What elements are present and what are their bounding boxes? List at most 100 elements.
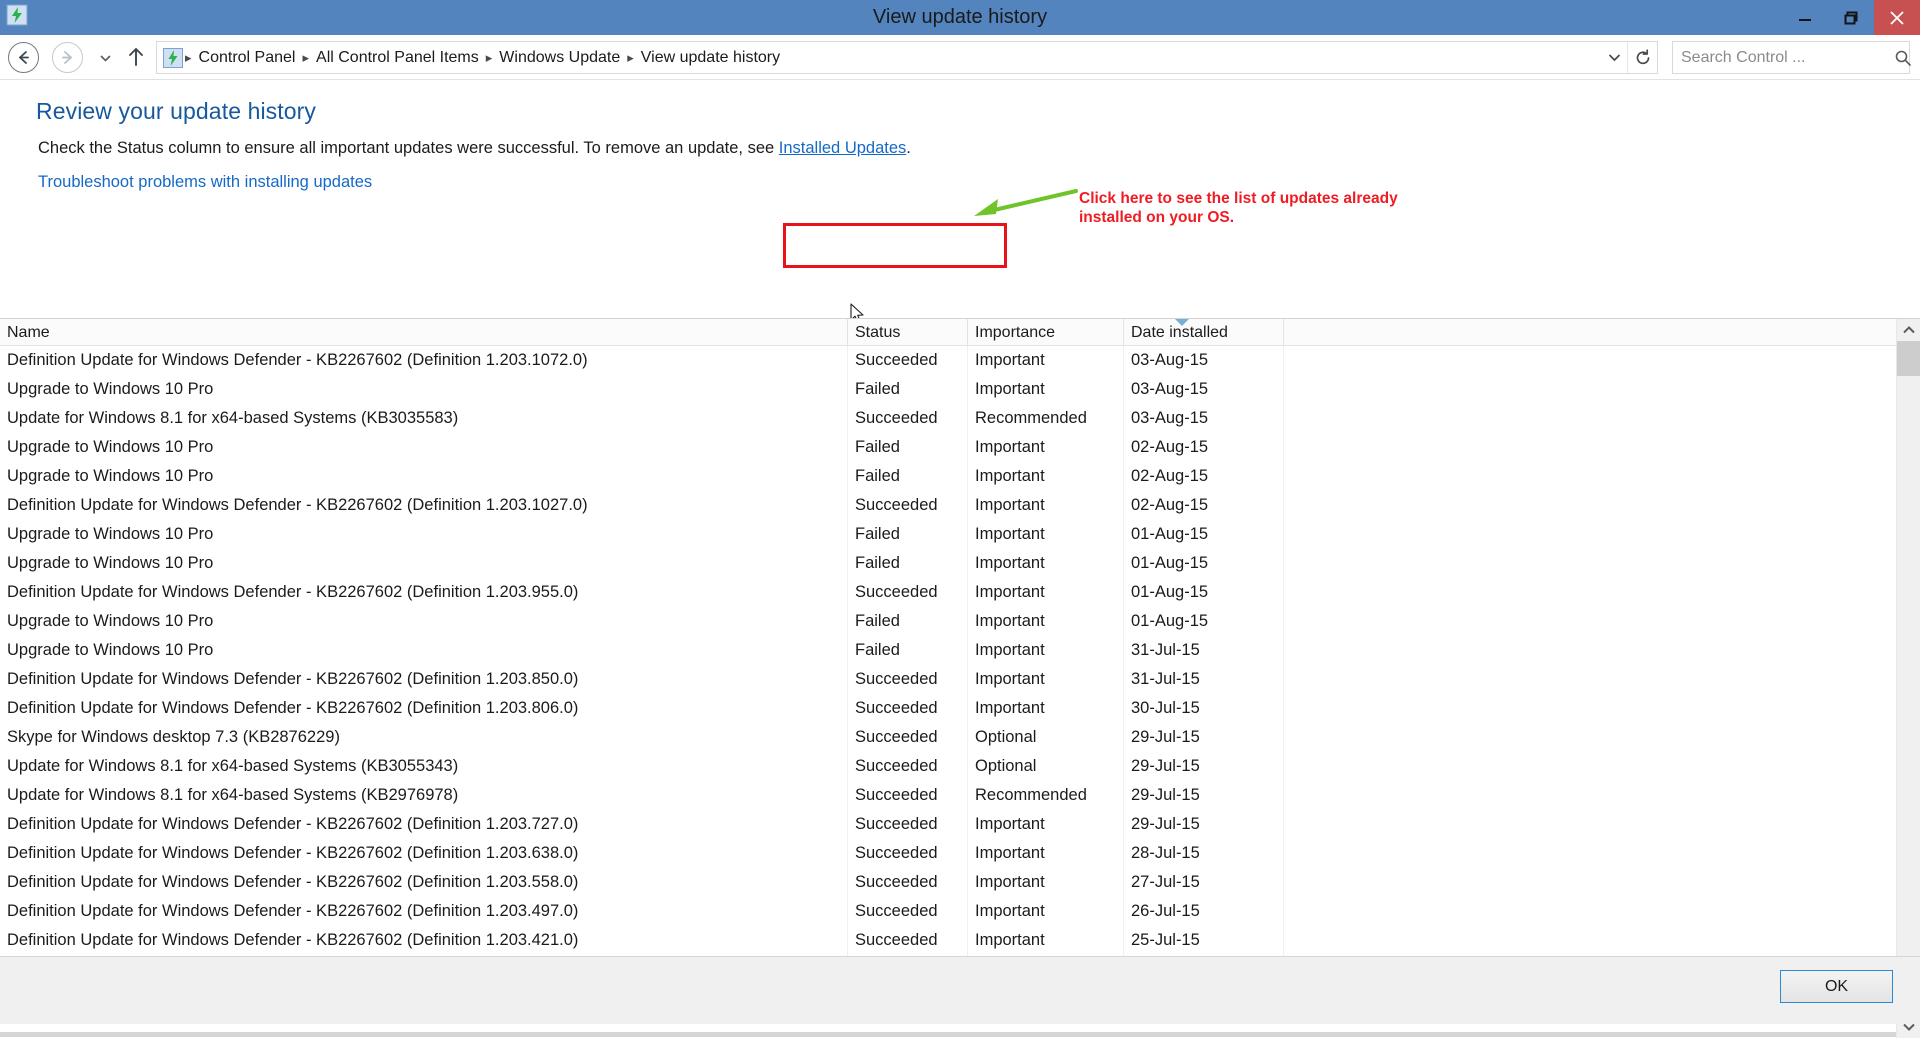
- recent-locations-dropdown[interactable]: [96, 49, 114, 67]
- up-level-button[interactable]: [124, 44, 148, 70]
- ok-button[interactable]: OK: [1780, 970, 1893, 1003]
- chevron-down-icon[interactable]: [1601, 42, 1627, 73]
- cell-status: Succeeded: [855, 757, 938, 775]
- search-icon[interactable]: [1888, 42, 1918, 73]
- table-row[interactable]: Definition Update for Windows Defender -…: [0, 346, 1896, 375]
- annotation-highlight-box: [783, 223, 1007, 268]
- forward-button[interactable]: [52, 42, 83, 73]
- cell-importance: Optional: [975, 757, 1037, 775]
- cell-name: Definition Update for Windows Defender -…: [7, 496, 588, 514]
- address-bar[interactable]: ▸ Control Panel ▸ All Control Panel Item…: [156, 41, 1658, 74]
- cell-date: 03-Aug-15: [1131, 351, 1209, 369]
- table-row[interactable]: Upgrade to Windows 10 Pro Failed Important…: [0, 433, 1896, 462]
- close-button[interactable]: [1874, 0, 1920, 35]
- cell-status: Succeeded: [855, 409, 938, 427]
- cell-importance: Important: [975, 844, 1045, 862]
- cell-importance: Important: [975, 351, 1045, 369]
- vertical-scrollbar[interactable]: [1896, 319, 1920, 1038]
- table-row[interactable]: Definition Update for Windows Defender -…: [0, 868, 1896, 897]
- title-bar[interactable]: View update history: [0, 0, 1920, 35]
- refresh-icon[interactable]: [1627, 42, 1657, 73]
- minimize-button[interactable]: [1782, 0, 1828, 35]
- table-row[interactable]: Definition Update for Windows Defender -…: [0, 897, 1896, 926]
- cell-name: Upgrade to Windows 10 Pro: [7, 641, 214, 659]
- table-row[interactable]: Definition Update for Windows Defender -…: [0, 694, 1896, 723]
- cell-status: Succeeded: [855, 902, 938, 920]
- column-header-importance[interactable]: Importance: [968, 319, 1124, 346]
- column-header-status[interactable]: Status: [848, 319, 968, 346]
- table-row[interactable]: Upgrade to Windows 10 Pro Failed Important…: [0, 549, 1896, 578]
- breadcrumb-view-update-history[interactable]: View update history: [636, 42, 785, 73]
- search-input[interactable]: [1681, 43, 1888, 72]
- breadcrumb-all-control-panel-items[interactable]: All Control Panel Items: [311, 42, 484, 73]
- cell-date: 01-Aug-15: [1131, 583, 1209, 601]
- table-row[interactable]: Update for Windows 8.1 for x64-based Sys…: [0, 781, 1896, 810]
- sort-descending-icon: [1175, 319, 1189, 326]
- table-row[interactable]: Upgrade to Windows 10 Pro Failed Important…: [0, 520, 1896, 549]
- cell-date: 03-Aug-15: [1131, 409, 1209, 427]
- cell-date: 27-Jul-15: [1131, 873, 1200, 891]
- cell-importance: Important: [975, 525, 1045, 543]
- cell-date: 01-Aug-15: [1131, 554, 1209, 572]
- breadcrumb-separator[interactable]: ▸: [484, 42, 495, 73]
- cell-importance: Important: [975, 380, 1045, 398]
- cell-status: Succeeded: [855, 786, 938, 804]
- cell-date: 28-Jul-15: [1131, 844, 1200, 862]
- table-row[interactable]: Upgrade to Windows 10 Pro Failed Important…: [0, 375, 1896, 404]
- cell-name: Definition Update for Windows Defender -…: [7, 583, 579, 601]
- table-row[interactable]: Definition Update for Windows Defender -…: [0, 491, 1896, 520]
- cell-importance: Important: [975, 612, 1045, 630]
- cell-name: Definition Update for Windows Defender -…: [7, 844, 579, 862]
- cell-name: Upgrade to Windows 10 Pro: [7, 467, 214, 485]
- cell-date: 01-Aug-15: [1131, 525, 1209, 543]
- maximize-restore-button[interactable]: [1828, 0, 1874, 35]
- cell-importance: Important: [975, 496, 1045, 514]
- content-area: Review your update history Check the Sta…: [0, 81, 1920, 1038]
- cell-date: 29-Jul-15: [1131, 786, 1200, 804]
- back-button[interactable]: [8, 42, 39, 73]
- page-title: Review your update history: [36, 98, 317, 124]
- cell-status: Succeeded: [855, 844, 938, 862]
- breadcrumb-separator: ▸: [185, 50, 192, 65]
- cell-status: Failed: [855, 438, 900, 456]
- cell-status: Succeeded: [855, 670, 938, 688]
- table-row[interactable]: Update for Windows 8.1 for x64-based Sys…: [0, 404, 1896, 433]
- horizontal-scrollbar[interactable]: [0, 1032, 1896, 1037]
- troubleshoot-link[interactable]: Troubleshoot problems with installing up…: [38, 173, 372, 192]
- table-row[interactable]: Upgrade to Windows 10 Pro Failed Important…: [0, 462, 1896, 491]
- breadcrumb-windows-update[interactable]: Windows Update: [494, 42, 625, 73]
- installed-updates-link[interactable]: Installed Updates: [779, 139, 907, 157]
- cell-importance: Important: [975, 467, 1045, 485]
- table-row[interactable]: Skype for Windows desktop 7.3 (KB2876229…: [0, 723, 1896, 752]
- windows-update-icon: [163, 47, 183, 68]
- cell-status: Succeeded: [855, 728, 938, 746]
- search-box[interactable]: [1672, 41, 1911, 74]
- table-row[interactable]: Definition Update for Windows Defender -…: [0, 926, 1896, 955]
- description-prefix: Check the Status column to ensure all im…: [38, 139, 779, 157]
- table-row[interactable]: Definition Update for Windows Defender -…: [0, 810, 1896, 839]
- column-header-name[interactable]: Name: [0, 319, 848, 346]
- breadcrumb-control-panel[interactable]: Control Panel: [194, 42, 301, 73]
- annotation-arrow-icon: [968, 189, 1078, 221]
- column-header-date-installed[interactable]: Date installed: [1124, 319, 1284, 346]
- breadcrumb-separator[interactable]: ▸: [625, 42, 636, 73]
- table-row[interactable]: Definition Update for Windows Defender -…: [0, 578, 1896, 607]
- cell-name: Definition Update for Windows Defender -…: [7, 351, 588, 369]
- cell-name: Upgrade to Windows 10 Pro: [7, 612, 214, 630]
- table-row[interactable]: Upgrade to Windows 10 Pro Failed Important…: [0, 607, 1896, 636]
- cell-status: Succeeded: [855, 815, 938, 833]
- cell-name: Upgrade to Windows 10 Pro: [7, 438, 214, 456]
- scrollbar-thumb[interactable]: [1897, 341, 1920, 376]
- table-row[interactable]: Definition Update for Windows Defender -…: [0, 665, 1896, 694]
- breadcrumb-separator[interactable]: ▸: [300, 42, 311, 73]
- table-row[interactable]: Update for Windows 8.1 for x64-based Sys…: [0, 752, 1896, 781]
- cell-importance: Important: [975, 670, 1045, 688]
- cell-date: 25-Jul-15: [1131, 931, 1200, 949]
- cell-name: Update for Windows 8.1 for x64-based Sys…: [7, 757, 459, 775]
- table-row[interactable]: Definition Update for Windows Defender -…: [0, 839, 1896, 868]
- scroll-up-button[interactable]: [1897, 319, 1920, 341]
- table-row[interactable]: Upgrade to Windows 10 Pro Failed Important…: [0, 636, 1896, 665]
- cell-date: 31-Jul-15: [1131, 670, 1200, 688]
- cell-status: Succeeded: [855, 583, 938, 601]
- cell-status: Succeeded: [855, 699, 938, 717]
